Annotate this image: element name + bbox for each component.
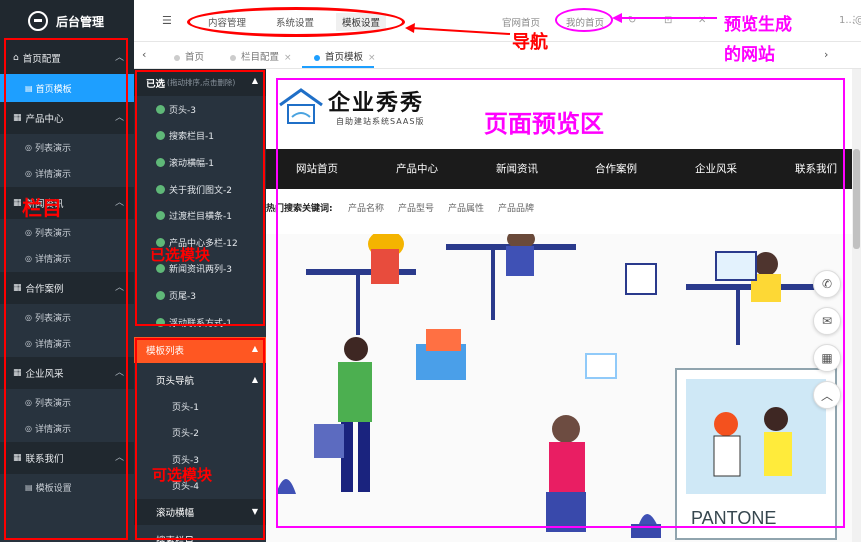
annotation-ellipse-site — [555, 8, 613, 32]
annotation-label-selected: 已选模块 — [150, 246, 211, 264]
annotation-box-sidebar — [4, 38, 128, 540]
menu-fold-icon[interactable]: ☰ — [162, 14, 172, 27]
annotation-ellipse-nav — [187, 7, 405, 37]
logo-icon — [28, 11, 48, 31]
tabs-right-icon[interactable]: › — [824, 48, 828, 61]
annotation-arrow-nav — [405, 23, 511, 35]
annotation-label-nav: 导航 — [512, 32, 548, 53]
more-icon[interactable]: ⋮ — [849, 15, 859, 26]
vertical-scrollbar[interactable] — [852, 69, 861, 542]
app-logo[interactable]: 后台管理 — [0, 0, 134, 42]
app-title: 后台管理 — [56, 14, 105, 29]
tab-dot-icon — [230, 54, 236, 61]
annotation-label-columns: 栏目 — [22, 196, 62, 220]
tab-column-config[interactable]: 栏目配置 × — [230, 49, 292, 63]
tab-dot-icon — [174, 54, 180, 61]
tabs-left-icon[interactable]: ‹ — [142, 48, 146, 61]
scrollbar-thumb[interactable] — [853, 149, 860, 249]
close-icon[interactable]: × — [284, 53, 292, 63]
annotation-box-preview — [276, 78, 845, 528]
tab-dot-icon — [314, 54, 320, 61]
annotation-label-optional: 可选模块 — [152, 466, 213, 484]
tab-home-template[interactable]: 首页模板 × — [314, 49, 376, 63]
annotation-box-selected — [135, 70, 265, 326]
tab-home[interactable]: 首页 — [174, 49, 204, 63]
annotation-arrow-site — [612, 13, 717, 23]
annotation-label-preview-area: 页面预览区 — [484, 110, 604, 138]
active-tab-indicator — [302, 66, 374, 68]
annotation-box-optional — [135, 338, 265, 540]
close-icon[interactable]: × — [368, 53, 376, 63]
annotation-label-preview-site: 预览生成 — [724, 15, 792, 35]
annotation-label-preview-site-2: 的网站 — [724, 45, 775, 65]
